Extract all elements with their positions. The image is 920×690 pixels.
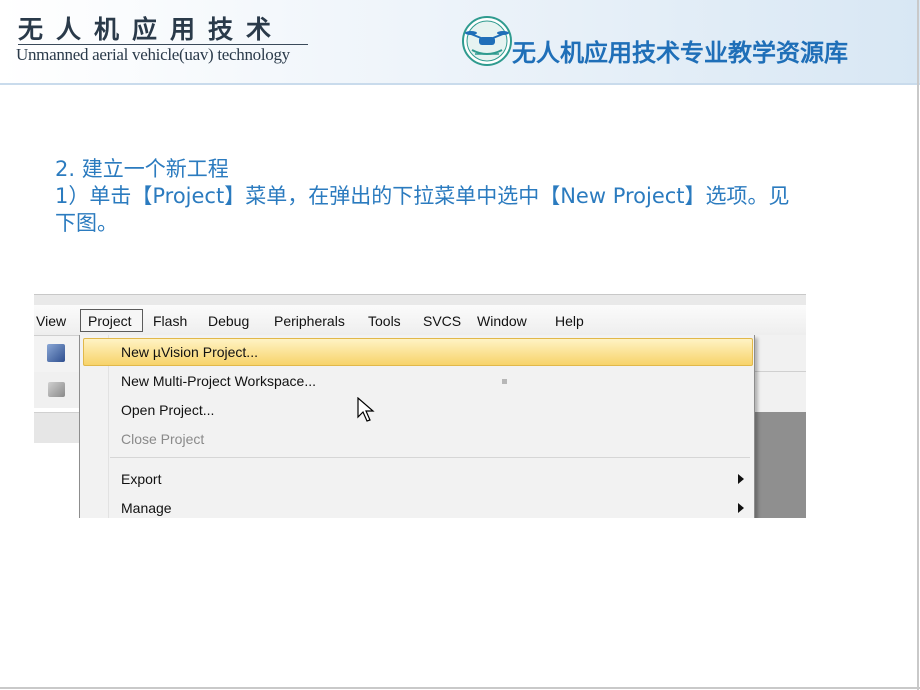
resource-library-title: 无人机应用技术专业教学资源库 (512, 39, 848, 67)
mouse-cursor-icon (357, 397, 375, 422)
menu-item-new-multi-project-workspace[interactable]: New Multi-Project Workspace... (121, 373, 316, 389)
menu-peripherals[interactable]: Peripherals (274, 313, 345, 329)
ide-menu-screenshot: View Project Flash Debug Peripherals Too… (34, 294, 806, 518)
menu-svcs[interactable]: SVCS (423, 313, 461, 329)
brand-title-cn: 无人机应用技术 (18, 15, 285, 44)
toolbar-right-divider (752, 371, 806, 372)
menu-window[interactable]: Window (477, 313, 527, 329)
instruction-line-1: 1）单击【Project】菜单，在弹出的下拉菜单中选中【New Project】… (55, 184, 790, 208)
left-panel-strip (34, 412, 79, 443)
slide-border-bottom (0, 687, 920, 689)
menu-project-label: Project (88, 313, 132, 329)
save-all-icon[interactable] (47, 344, 65, 362)
menu-help[interactable]: Help (555, 313, 584, 329)
menu-item-new-uvision-project[interactable]: New µVision Project... (121, 344, 258, 360)
project-dropdown-menu: New µVision Project... New Multi-Project… (79, 335, 755, 518)
menu-item-open-project[interactable]: Open Project... (121, 402, 214, 418)
submenu-arrow-icon (738, 474, 744, 484)
menu-item-export[interactable]: Export (121, 471, 161, 487)
dropdown-separator (110, 457, 750, 458)
step-heading: 2. 建立一个新工程 (55, 157, 229, 181)
drone-logo-icon (462, 16, 512, 66)
header-divider (0, 83, 920, 85)
menu-project[interactable]: Project (80, 309, 143, 332)
submenu-arrow-icon (738, 503, 744, 513)
workspace-gray-area (752, 412, 806, 518)
slide-border-right (917, 0, 919, 690)
menu-item-manage[interactable]: Manage (121, 500, 172, 516)
brand-title-en: Unmanned aerial vehicle(uav) technology (16, 45, 290, 64)
stack-icon[interactable] (48, 382, 65, 397)
menu-item-close-project: Close Project (121, 431, 205, 447)
menu-view[interactable]: View (36, 313, 66, 329)
menubar: View Project Flash Debug Peripherals Too… (34, 305, 806, 336)
menu-flash[interactable]: Flash (153, 313, 187, 329)
menu-tools[interactable]: Tools (368, 313, 401, 329)
instruction-line-2: 下图。 (55, 211, 118, 235)
menu-grip-dot (502, 379, 507, 384)
menu-debug[interactable]: Debug (208, 313, 249, 329)
